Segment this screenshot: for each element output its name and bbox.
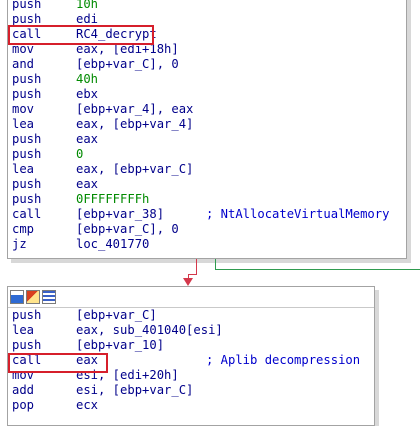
asm-comment: ; NtAllocateVirtualMemory	[206, 207, 390, 221]
asm-operand: eax, [ebp+var_4]	[76, 117, 194, 131]
asm-mnemonic: mov	[12, 102, 35, 116]
asm-operand: [ebp+var_10]	[76, 338, 165, 352]
aplib-call-highlight	[8, 353, 108, 373]
asm-mnemonic: push	[12, 72, 42, 86]
asm-mnemonic: push	[12, 132, 42, 146]
graph-node-bottom[interactable]: push [ebp+var_C] lea eax, sub_401040[esi] pu…	[7, 286, 375, 426]
asm-line[interactable]: lea eax, [ebp+var_C]	[12, 162, 406, 177]
asm-mnemonic: jz	[12, 237, 27, 251]
asm-mnemonic: cmp	[12, 222, 35, 236]
false-branch-edge	[196, 259, 197, 275]
asm-line[interactable]: call [ebp+var_38] ; NtAllocateVirtualMemor…	[12, 207, 406, 222]
asm-mnemonic: push	[12, 308, 42, 322]
asm-line[interactable]: jz loc_401770	[12, 237, 406, 252]
asm-line[interactable]: push 10h	[12, 0, 406, 12]
asm-line[interactable]: lea eax, sub_401040[esi]	[12, 323, 374, 338]
asm-operand: 0	[76, 147, 84, 161]
asm-line[interactable]: push ebx	[12, 87, 406, 102]
node-header	[8, 287, 374, 308]
asm-operand: 0FFFFFFFFh	[76, 192, 150, 206]
listing-icon[interactable]	[42, 290, 56, 304]
asm-operand: [ebp+var_C], 0	[76, 57, 179, 71]
asm-operand: ebx	[76, 87, 99, 101]
asm-operand: eax, [ebp+var_C]	[76, 162, 194, 176]
false-branch-edge-horizontal	[188, 274, 197, 275]
asm-mnemonic: add	[12, 383, 35, 397]
asm-line[interactable]: push eax	[12, 177, 406, 192]
asm-line[interactable]: push [ebp+var_C]	[12, 308, 374, 323]
edit-icon[interactable]	[26, 290, 40, 304]
asm-mnemonic: pop	[12, 398, 35, 412]
asm-line[interactable]: lea eax, [ebp+var_4]	[12, 117, 406, 132]
asm-operand: loc_401770	[76, 237, 150, 251]
asm-line[interactable]: push 40h	[12, 72, 406, 87]
graph-view-icon[interactable]	[10, 290, 24, 304]
asm-mnemonic: lea	[12, 117, 35, 131]
asm-operand: edi	[76, 12, 99, 26]
asm-line[interactable]: push 0FFFFFFFFh	[12, 192, 406, 207]
asm-operand: 10h	[76, 0, 99, 11]
rc4-call-highlight	[8, 25, 154, 45]
graph-node-top[interactable]: push 10h push edi call RC4_decrypt mov eax, [ed…	[7, 0, 407, 259]
asm-mnemonic: lea	[12, 162, 35, 176]
asm-operand: ecx	[76, 398, 99, 412]
asm-line[interactable]: push eax	[12, 132, 406, 147]
asm-operand: [ebp+var_C], 0	[76, 222, 179, 236]
asm-line[interactable]: add esi, [ebp+var_C]	[12, 383, 374, 398]
asm-operand: [ebp+var_4], eax	[76, 102, 194, 116]
asm-mnemonic: push	[12, 338, 42, 352]
asm-mnemonic: lea	[12, 323, 35, 337]
asm-mnemonic: and	[12, 57, 35, 71]
asm-operand: 40h	[76, 72, 99, 86]
asm-line[interactable]: push [ebp+var_10]	[12, 338, 374, 353]
asm-mnemonic: push	[12, 192, 42, 206]
asm-line[interactable]: cmp [ebp+var_C], 0	[12, 222, 406, 237]
asm-operand: eax	[76, 132, 99, 146]
asm-line[interactable]: push 0	[12, 147, 406, 162]
asm-comment: ; Aplib decompression	[206, 353, 361, 367]
asm-operand: [ebp+var_38]	[76, 207, 165, 221]
asm-mnemonic: push	[12, 147, 42, 161]
asm-line[interactable]: pop ecx	[12, 398, 374, 413]
asm-line[interactable]: mov [ebp+var_4], eax	[12, 102, 406, 117]
false-branch-arrow-icon	[183, 278, 193, 286]
true-branch-edge-horizontal	[215, 269, 420, 270]
asm-line[interactable]: and [ebp+var_C], 0	[12, 57, 406, 72]
asm-operand: [ebp+var_C]	[76, 308, 157, 322]
asm-mnemonic: call	[12, 207, 42, 221]
asm-mnemonic: push	[12, 0, 42, 11]
asm-mnemonic: push	[12, 87, 42, 101]
asm-operand: eax	[76, 177, 99, 191]
asm-mnemonic: push	[12, 177, 42, 191]
asm-operand: esi, [ebp+var_C]	[76, 383, 194, 397]
asm-operand: eax, sub_401040[esi]	[76, 323, 223, 337]
